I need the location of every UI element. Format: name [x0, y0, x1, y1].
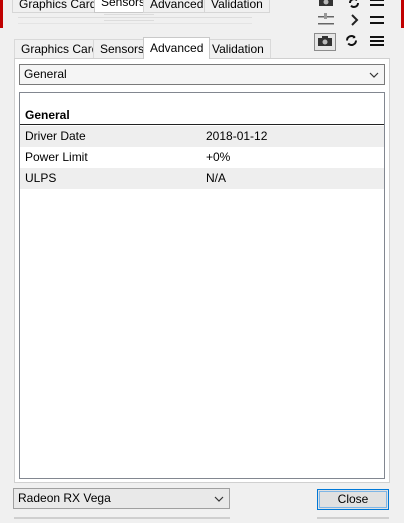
- category-select-value: General: [24, 67, 67, 81]
- group-header: General: [20, 106, 384, 125]
- tab-validation[interactable]: Validation: [205, 39, 271, 59]
- camera-icon: [318, 0, 334, 10]
- gpu-select-value: Radeon RX Vega: [18, 491, 111, 505]
- refresh-icon: [345, 34, 358, 50]
- tab-advanced[interactable]: Advanced: [143, 37, 211, 59]
- ghost-divider: [317, 517, 389, 519]
- ghost-tab-validation: Validation: [204, 0, 270, 13]
- screenshot-button[interactable]: [314, 33, 336, 51]
- ghost-tab-advanced: Advanced: [143, 0, 211, 13]
- property-value: +0%: [206, 150, 231, 164]
- ghost-arrow-icon: [350, 14, 360, 29]
- list-item[interactable]: ULPS N/A: [20, 168, 384, 189]
- list-item[interactable]: Power Limit +0%: [20, 147, 384, 168]
- ghost-divider: [14, 517, 230, 519]
- ghost-tab-graphics-card: Graphics Card: [12, 0, 104, 13]
- refresh-button[interactable]: [340, 33, 362, 51]
- close-button[interactable]: Close: [317, 489, 389, 510]
- properties-list[interactable]: General Driver Date 2018-01-12 Power Lim…: [19, 92, 385, 479]
- ghost-menu-icon: [370, 14, 384, 29]
- menu-icon: [370, 35, 384, 50]
- tab-graphics-card[interactable]: Graphics Card: [14, 39, 106, 59]
- ghost-lines: [104, 14, 154, 26]
- property-name: Driver Date: [25, 129, 86, 143]
- chevron-down-icon: [212, 489, 226, 508]
- ghost-slider-icon: [318, 13, 334, 30]
- property-name: ULPS: [25, 171, 57, 185]
- refresh-icon: [348, 0, 360, 12]
- menu-button[interactable]: [366, 33, 388, 51]
- property-name: Power Limit: [25, 150, 88, 164]
- ghost-divider: [18, 23, 252, 24]
- menu-icon: [370, 0, 384, 13]
- property-value: N/A: [206, 171, 227, 185]
- advanced-tab-page: General General Driver Date 2018-01-12 P…: [14, 58, 390, 483]
- toolbar: [314, 33, 388, 53]
- camera-icon: [317, 35, 333, 50]
- app-window: Graphics Card Sensors Advanced Validatio…: [0, 0, 404, 523]
- ghost-divider: [18, 17, 252, 18]
- category-select[interactable]: General: [19, 64, 385, 85]
- ghost-toolbar: [310, 0, 390, 28]
- property-value: 2018-01-12: [206, 129, 268, 143]
- list-item[interactable]: Driver Date 2018-01-12: [20, 126, 384, 147]
- gpu-select[interactable]: Radeon RX Vega: [13, 488, 230, 509]
- chevron-down-icon: [367, 65, 381, 84]
